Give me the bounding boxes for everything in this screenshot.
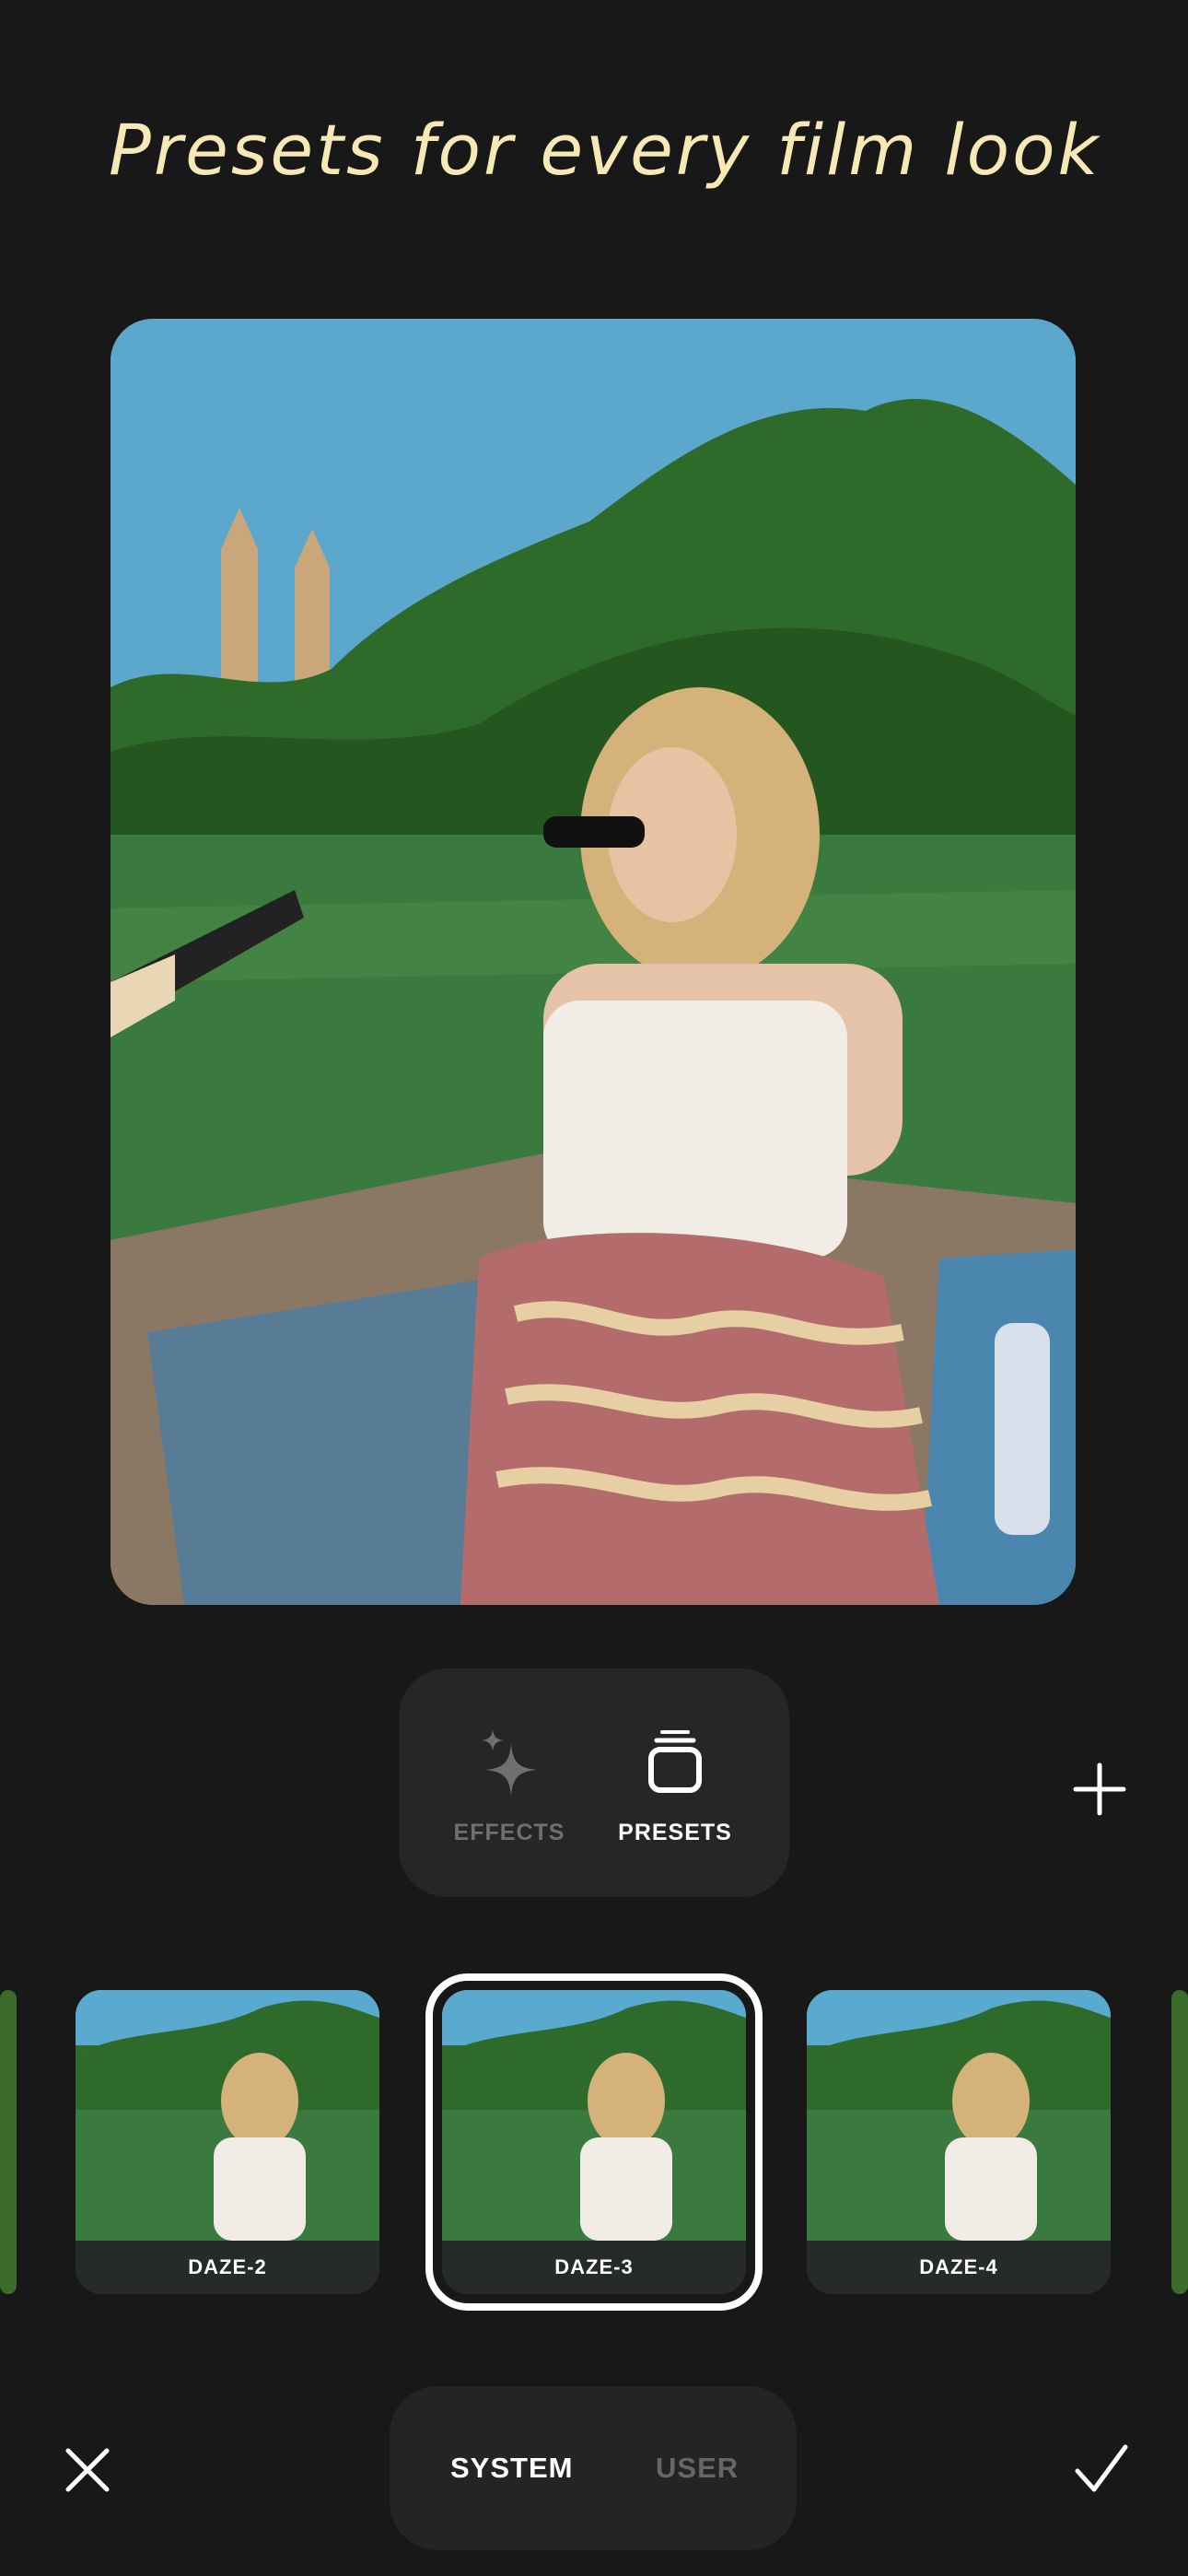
plus-icon[interactable]: [1070, 1760, 1129, 1819]
presets-label: PRESETS: [618, 1820, 732, 1845]
presets-tab[interactable]: PRESETS: [583, 1669, 767, 1897]
preset-thumbnail[interactable]: DAZE-4: [807, 1990, 1111, 2294]
source-switch: SYSTEM USER: [390, 2386, 797, 2550]
preset-preview-image: [76, 1990, 379, 2241]
sparkles-icon: [482, 1729, 537, 1796]
preset-thumbnail[interactable]: DAZE-2: [76, 1990, 379, 2294]
preset-name: DAZE-4: [807, 2241, 1111, 2294]
preset-preview-image: [807, 1990, 1111, 2241]
preset-name: DAZE-2: [76, 2241, 379, 2294]
photo-preview: [111, 319, 1076, 1605]
preset-name: DAZE-3: [442, 2241, 746, 2294]
user-tab[interactable]: USER: [656, 2386, 739, 2550]
page-title: Presets for every film look: [109, 109, 1101, 191]
effects-tab[interactable]: EFFECTS: [417, 1669, 601, 1897]
preset-strip: DAZE-2 DAZE-3 DAZE-4: [0, 1973, 1188, 2311]
preset-thumbnail-partial[interactable]: [1171, 1990, 1188, 2294]
preset-preview-image: [442, 1990, 746, 2241]
checkmark-icon[interactable]: [1074, 2443, 1129, 2495]
mode-switch: EFFECTS PRESETS: [399, 1669, 789, 1897]
preset-thumbnail-partial[interactable]: [0, 1990, 17, 2294]
effects-label: EFFECTS: [453, 1820, 565, 1845]
stack-icon: [648, 1730, 702, 1793]
close-icon[interactable]: [64, 2447, 111, 2493]
preset-thumbnail-selected[interactable]: DAZE-3: [425, 1973, 763, 2311]
system-tab[interactable]: SYSTEM: [450, 2386, 573, 2550]
